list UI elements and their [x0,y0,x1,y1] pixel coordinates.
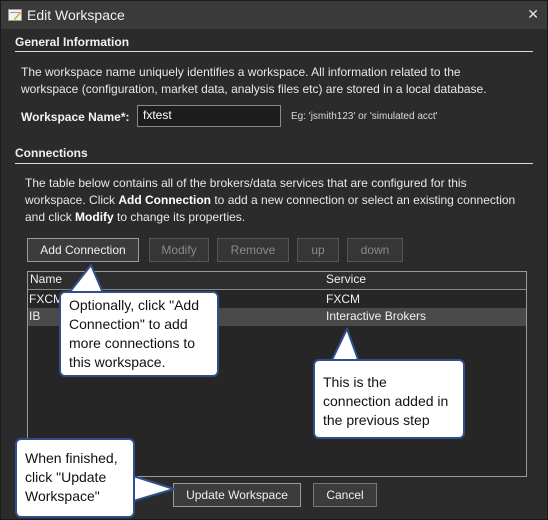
general-information-heading: General Information [15,35,130,49]
table-row-service[interactable]: FXCM [326,292,360,306]
general-divider [15,51,533,52]
general-description: The workspace name uniquely identifies a… [21,64,541,98]
callout-add-connection: Optionally, click "Add Connection" to ad… [59,291,219,377]
table-row-service[interactable]: Interactive Brokers [326,309,426,323]
desc-text: to change its properties. [113,210,246,224]
desc-text: workspace. Click [25,193,119,207]
add-connection-button[interactable]: Add Connection [27,238,139,262]
cancel-button[interactable]: Cancel [313,483,377,507]
callout-pointer [129,473,175,504]
desc-bold-modify: Modify [75,210,114,224]
callout-line: When finished, [25,450,118,466]
callout-line: click "Update [25,469,107,485]
desc-text: to add a new connection or select an exi… [211,193,516,207]
connections-description-line-3: and click Modify to change its propertie… [25,209,545,226]
modify-button[interactable]: Modify [149,238,209,262]
down-button[interactable]: down [347,238,403,262]
callout-line: connection added in [323,393,449,409]
workspace-name-hint: Eg: 'jsmith123' or 'simulated acct' [291,111,438,122]
callout-line: more connections to [69,335,196,351]
callout-line: this workspace. [69,354,166,370]
column-header-service[interactable]: Service [326,272,526,290]
connections-heading: Connections [15,146,88,160]
desc-text: and click [25,210,76,224]
connections-description: The table below contains all of the brok… [25,175,545,226]
callout-connection-added: This is the connection added in the prev… [313,359,465,439]
workspace-name-label: Workspace Name*: [21,110,130,124]
window-title: Edit Workspace [27,7,125,23]
general-description-line-1: The workspace name uniquely identifies a… [21,65,461,79]
connections-description-line-1: The table below contains all of the brok… [25,176,467,190]
table-row-name[interactable]: IB [29,309,40,323]
general-description-line-2: workspace (configuration, market data, a… [21,82,487,96]
workspace-icon [8,9,22,21]
callout-line: Connection" to add [69,316,188,332]
callout-pointer [67,264,105,294]
callout-when-finished: When finished, click "Update Workspace" [15,438,135,518]
callout-line: Workspace" [25,488,100,504]
title-bar: Edit Workspace ✕ [1,1,547,29]
desc-bold-add-connection: Add Connection [118,193,212,207]
close-icon[interactable]: ✕ [527,6,539,23]
callout-line: This is the [323,374,387,390]
remove-button[interactable]: Remove [217,238,289,262]
workspace-name-input[interactable]: fxtest [137,105,281,127]
connections-divider [15,163,533,164]
table-row-name[interactable]: FXCM [29,292,63,306]
update-workspace-button[interactable]: Update Workspace [173,483,301,507]
connections-description-line-2: workspace. Click Add Connection to add a… [25,192,545,209]
callout-line: the previous step [323,412,430,428]
up-button[interactable]: up [297,238,339,262]
callout-line: Optionally, click "Add [69,297,199,313]
edit-workspace-dialog: Edit Workspace ✕ General Information The… [0,0,548,520]
callout-pointer [329,327,361,363]
